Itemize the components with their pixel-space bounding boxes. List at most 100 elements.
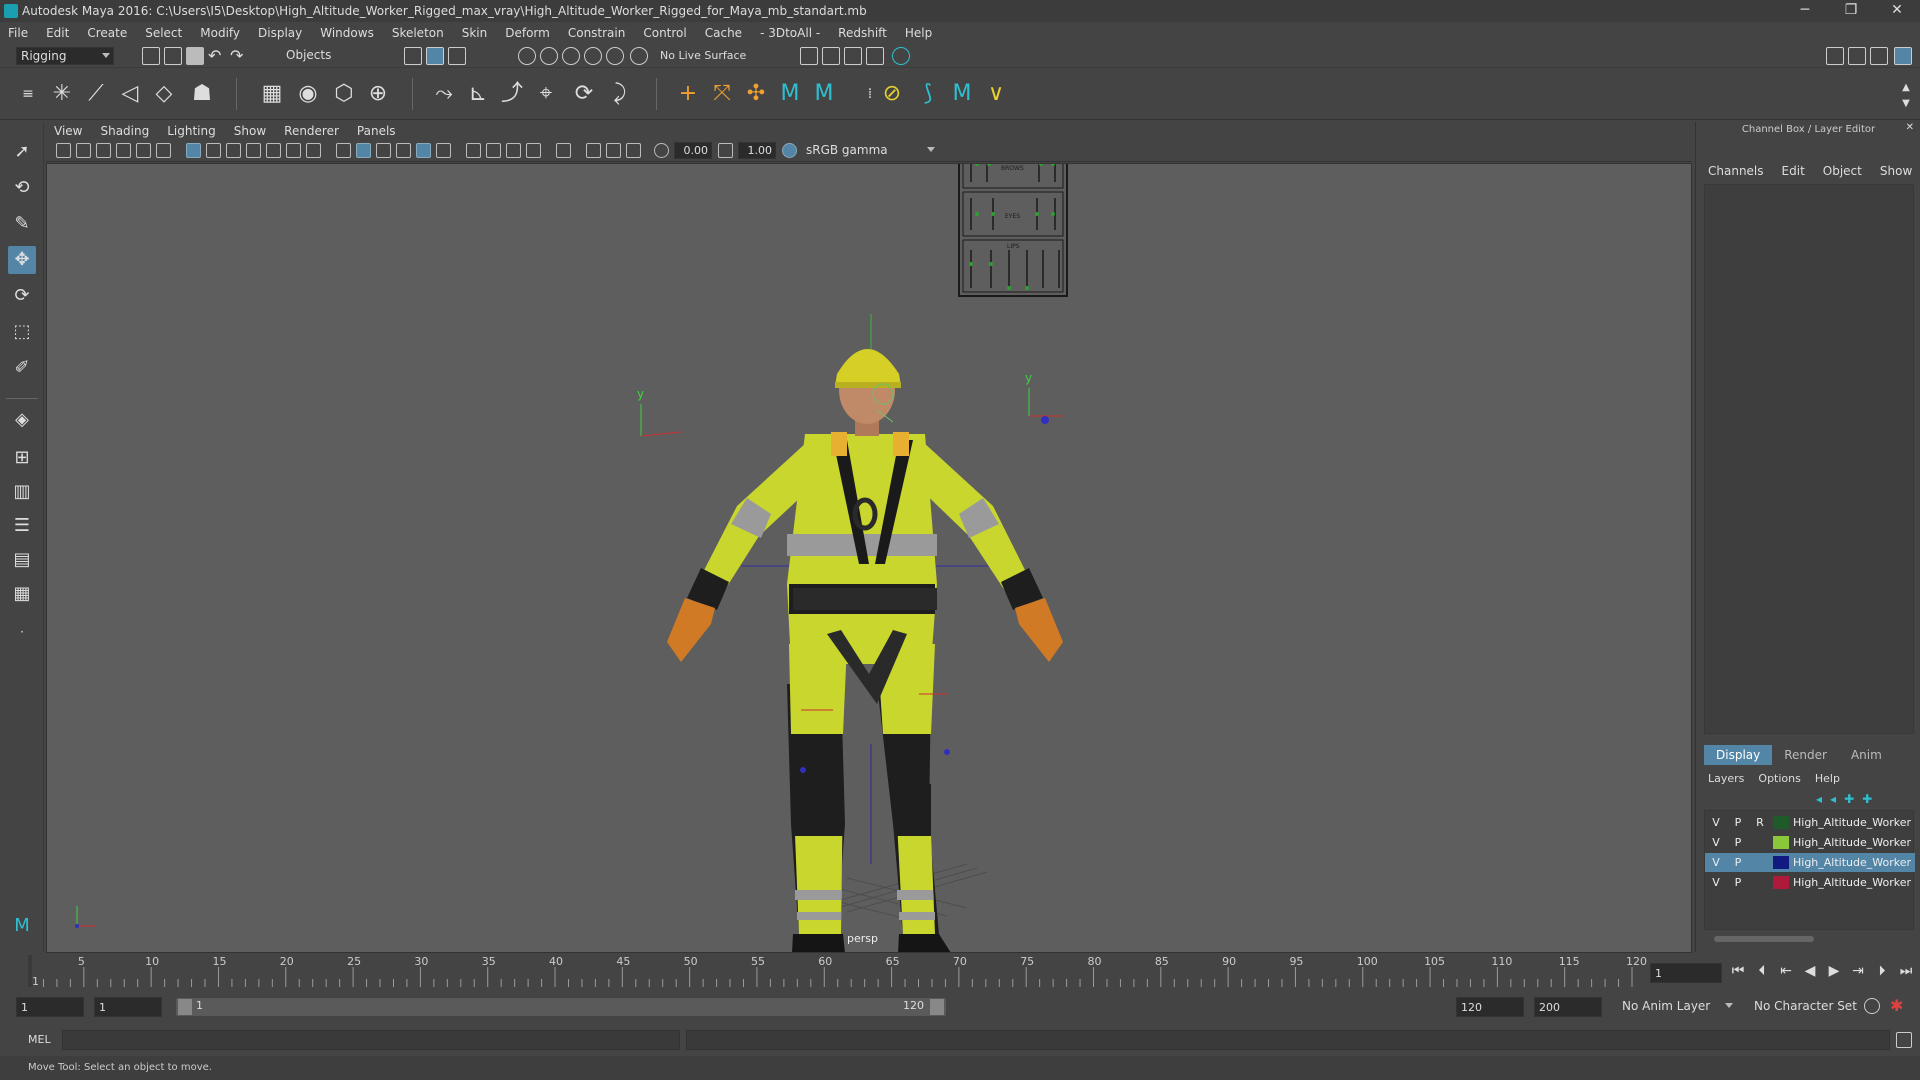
current-frame-field[interactable]: 1 xyxy=(1650,963,1722,983)
vp-menu-view[interactable]: View xyxy=(54,124,82,138)
safe-action-icon[interactable] xyxy=(286,143,301,158)
layer-visibility[interactable]: V xyxy=(1705,836,1727,849)
character-set-dropdown[interactable]: No Character Set xyxy=(1750,998,1862,1016)
grid-toggle-icon[interactable] xyxy=(186,143,201,158)
anim-end-field[interactable]: 200 xyxy=(1534,997,1602,1017)
ik-handle-icon[interactable]: ⟋ xyxy=(82,80,110,108)
layer-color-swatch[interactable] xyxy=(1773,836,1789,849)
save-scene-icon[interactable] xyxy=(186,47,204,65)
vp-menu-lighting[interactable]: Lighting xyxy=(167,124,216,138)
attribute-editor-icon[interactable] xyxy=(1848,47,1866,65)
play-backwards-icon[interactable]: ◀ xyxy=(1800,963,1820,979)
menu-deform[interactable]: Deform xyxy=(505,26,550,40)
two-d-pan-icon[interactable] xyxy=(136,143,151,158)
cluster-icon[interactable]: ⤳ xyxy=(430,80,458,108)
close-button[interactable]: ✕ xyxy=(1874,0,1920,22)
layer-visibility[interactable]: V xyxy=(1705,856,1727,869)
tab-anim[interactable]: Anim xyxy=(1839,745,1894,765)
step-back-key-icon[interactable]: ⇤ xyxy=(1776,963,1796,979)
select-by-object-icon[interactable] xyxy=(426,47,444,65)
playback-end-field[interactable]: 120 xyxy=(1456,997,1524,1017)
aim-constraint-icon[interactable]: ⤧ xyxy=(708,80,736,108)
layer-horizontal-scrollbar[interactable] xyxy=(1706,934,1912,944)
menu-constrain[interactable]: Constrain xyxy=(568,26,626,40)
move-layer-down-icon[interactable]: ◂ xyxy=(1830,792,1836,806)
vp-menu-renderer[interactable]: Renderer xyxy=(284,124,339,138)
layer-color-swatch[interactable] xyxy=(1773,856,1789,869)
open-scene-icon[interactable] xyxy=(164,47,182,65)
camera-select-icon[interactable] xyxy=(56,143,71,158)
cb-menu-edit[interactable]: Edit xyxy=(1782,164,1805,178)
shelf-menu-icon[interactable]: ≡ xyxy=(14,80,42,108)
image-plane-icon[interactable] xyxy=(116,143,131,158)
channel-box-area[interactable] xyxy=(1704,184,1914,734)
layer-menu-help[interactable]: Help xyxy=(1815,772,1840,785)
step-back-icon[interactable]: ⏴ xyxy=(1752,963,1772,979)
script-language-toggle[interactable]: MEL xyxy=(28,1033,51,1046)
depth-of-field-icon[interactable] xyxy=(526,143,541,158)
new-layer-selected-icon[interactable]: ✚ xyxy=(1862,792,1872,806)
cb-menu-channels[interactable]: Channels xyxy=(1708,164,1764,178)
restore-button[interactable]: ❐ xyxy=(1828,0,1874,22)
tool-settings-icon[interactable] xyxy=(1870,47,1888,65)
motion-blur-icon[interactable] xyxy=(486,143,501,158)
cb-menu-object[interactable]: Object xyxy=(1823,164,1862,178)
menu-modify[interactable]: Modify xyxy=(200,26,240,40)
persp-outliner-layout-icon[interactable]: ▥ xyxy=(8,478,36,506)
scrollbar-thumb[interactable] xyxy=(1714,936,1814,942)
field-chart-icon[interactable] xyxy=(266,143,281,158)
ik-spline-icon[interactable]: ◁ xyxy=(116,80,144,108)
render-settings-icon[interactable] xyxy=(866,47,884,65)
paint-select-icon[interactable]: ✎ xyxy=(8,210,36,238)
layer-row[interactable]: V P R High_Altitude_Worker xyxy=(1705,813,1915,832)
snap-curve-icon[interactable] xyxy=(540,47,558,65)
safe-title-icon[interactable] xyxy=(306,143,321,158)
menu-display[interactable]: Display xyxy=(258,26,302,40)
tab-render[interactable]: Render xyxy=(1772,745,1839,765)
rotate-tool-icon[interactable]: ⟳ xyxy=(8,282,36,310)
color-space-dropdown[interactable]: sRGB gamma xyxy=(802,142,938,159)
menu-cache[interactable]: Cache xyxy=(705,26,742,40)
cb-menu-show[interactable]: Show xyxy=(1880,164,1912,178)
paint-weights-icon[interactable]: ⊕ xyxy=(364,80,392,108)
vp-menu-shading[interactable]: Shading xyxy=(100,124,149,138)
range-slider[interactable]: 1 120 xyxy=(176,998,946,1016)
parent-constraint-icon[interactable]: ⊘ xyxy=(878,80,906,108)
shadows-icon[interactable] xyxy=(396,143,411,158)
camera-attributes-icon[interactable] xyxy=(76,143,91,158)
render-view-icon[interactable] xyxy=(800,47,818,65)
maya-m-icon-3[interactable]: M xyxy=(948,80,976,108)
snap-view-plane-icon[interactable] xyxy=(584,47,602,65)
play-forwards-icon[interactable]: ▶ xyxy=(1824,963,1844,979)
anti-aliasing-icon[interactable] xyxy=(506,143,521,158)
screen-space-ao-icon[interactable] xyxy=(466,143,481,158)
animation-preferences-icon[interactable]: ✱ xyxy=(1890,996,1903,1015)
shelf-scroll-down-icon[interactable]: ▼ xyxy=(1892,90,1920,118)
script-editor-icon[interactable] xyxy=(1896,1032,1912,1048)
tab-display[interactable]: Display xyxy=(1704,745,1773,765)
step-forward-key-icon[interactable]: ⇥ xyxy=(1848,963,1868,979)
nonlinear-icon[interactable]: ⌖ xyxy=(532,80,560,108)
maya-m-icon-2[interactable]: M xyxy=(810,80,838,108)
move-tool-icon[interactable]: ✥ xyxy=(8,246,36,274)
use-all-lights-icon[interactable] xyxy=(436,143,451,158)
default-lighting-icon[interactable] xyxy=(376,143,391,158)
snap-live-icon[interactable] xyxy=(606,47,624,65)
bind-skin-icon[interactable]: ▦ xyxy=(258,80,286,108)
resolution-gate-icon[interactable] xyxy=(226,143,241,158)
blend-shape-icon[interactable]: ⟳ xyxy=(570,80,598,108)
snap-point-icon[interactable] xyxy=(562,47,580,65)
smooth-bind-icon[interactable]: ◉ xyxy=(294,80,322,108)
layer-name[interactable]: High_Altitude_Worker xyxy=(1793,836,1911,849)
color-management-icon[interactable] xyxy=(782,143,797,158)
menu-redshift[interactable]: Redshift xyxy=(838,26,887,40)
select-by-component-icon[interactable] xyxy=(448,47,466,65)
vp-menu-panels[interactable]: Panels xyxy=(357,124,396,138)
menu-windows[interactable]: Windows xyxy=(320,26,374,40)
ipr-render-icon[interactable] xyxy=(844,47,862,65)
menu-3dtoall[interactable]: - 3DtoAll - xyxy=(760,26,820,40)
layer-name[interactable]: High_Altitude_Worker xyxy=(1793,856,1911,869)
gate-mask-icon[interactable] xyxy=(246,143,261,158)
orient-constraint-icon[interactable]: ✣ xyxy=(742,80,770,108)
redo-icon[interactable]: ↷ xyxy=(230,47,248,65)
